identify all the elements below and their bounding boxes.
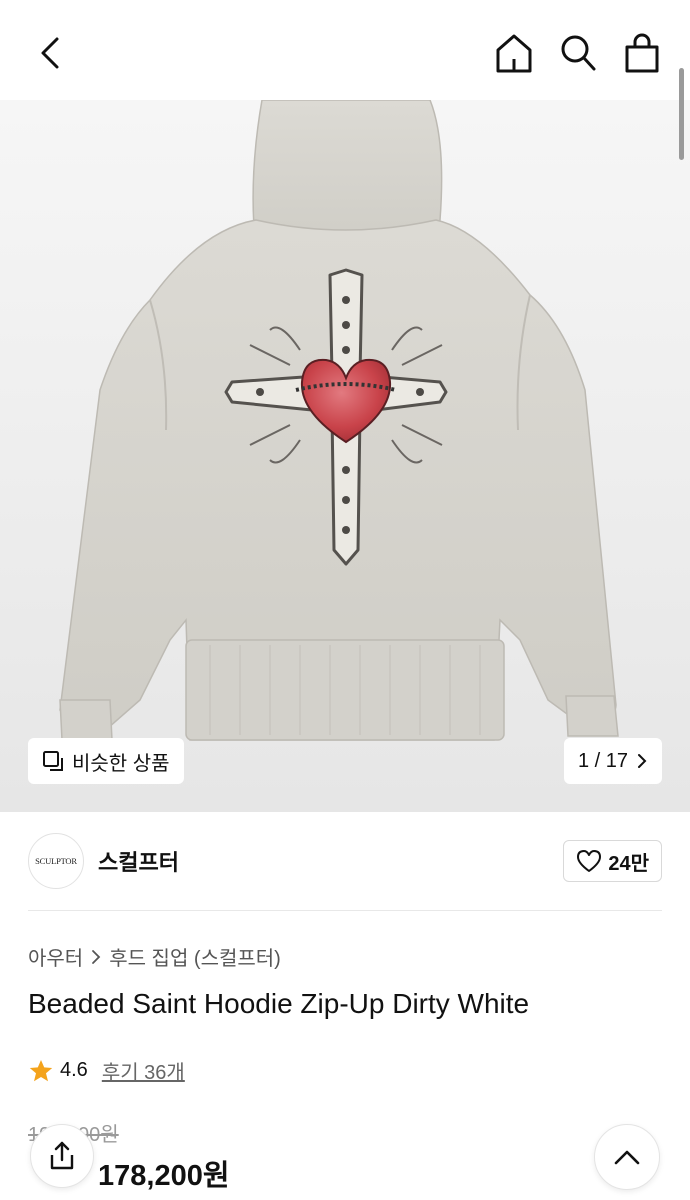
- similar-products-button[interactable]: 비슷한 상품: [28, 738, 184, 784]
- shopping-bag-icon: [625, 33, 659, 73]
- image-counter: 1 / 17: [577, 749, 628, 772]
- similar-products-label: 비슷한 상품: [72, 752, 170, 775]
- brand-name[interactable]: 스컬프터: [98, 845, 179, 877]
- chevron-right-icon: [638, 754, 647, 768]
- product-title: Beaded Saint Hoodie Zip-Up Dirty White: [28, 988, 530, 1019]
- breadcrumb: 아우터 후드 집업 (스컬프터): [28, 942, 281, 971]
- chevron-right-icon: [92, 949, 101, 964]
- chevron-up-icon: [614, 1150, 640, 1165]
- breadcrumb-category[interactable]: 아우터: [28, 942, 83, 971]
- share-icon: [50, 1141, 74, 1170]
- brand-row: SCULPTOR 스컬프터 24만: [28, 832, 662, 890]
- like-count: 24만: [608, 852, 649, 875]
- scroll-to-top-button[interactable]: [594, 1124, 660, 1190]
- heart-outline-icon: [577, 850, 602, 872]
- reviews-link[interactable]: 후기 36개: [102, 1056, 185, 1085]
- scrollbar[interactable]: [679, 68, 684, 160]
- back-button[interactable]: [28, 30, 72, 76]
- rating-row: 4.6 후기 36개: [28, 1056, 185, 1085]
- home-icon: [496, 34, 532, 73]
- image-counter-button[interactable]: 1 / 17: [563, 738, 662, 784]
- sale-price: 178,200원: [98, 1160, 230, 1192]
- product-image-gallery[interactable]: 비슷한 상품 1 / 17: [0, 100, 690, 812]
- chevron-left-icon: [41, 37, 59, 69]
- breadcrumb-subcategory[interactable]: 후드 집업 (스컬프터): [109, 942, 281, 971]
- brand-logo[interactable]: SCULPTOR: [28, 833, 84, 889]
- brand-logo-text: SCULPTOR: [35, 856, 77, 866]
- rating-value: 4.6: [60, 1059, 88, 1081]
- star-icon: [29, 1059, 53, 1081]
- search-icon: [561, 35, 596, 71]
- product-image: [59, 100, 619, 741]
- share-button[interactable]: [30, 1124, 94, 1188]
- divider: [28, 910, 662, 911]
- cart-button[interactable]: [620, 30, 664, 76]
- similar-products-icon: [43, 751, 63, 771]
- home-button[interactable]: [492, 30, 536, 76]
- search-button[interactable]: [556, 30, 600, 76]
- like-button[interactable]: 24만: [563, 840, 662, 882]
- top-bar: [0, 0, 690, 160]
- top-icons: [492, 30, 664, 76]
